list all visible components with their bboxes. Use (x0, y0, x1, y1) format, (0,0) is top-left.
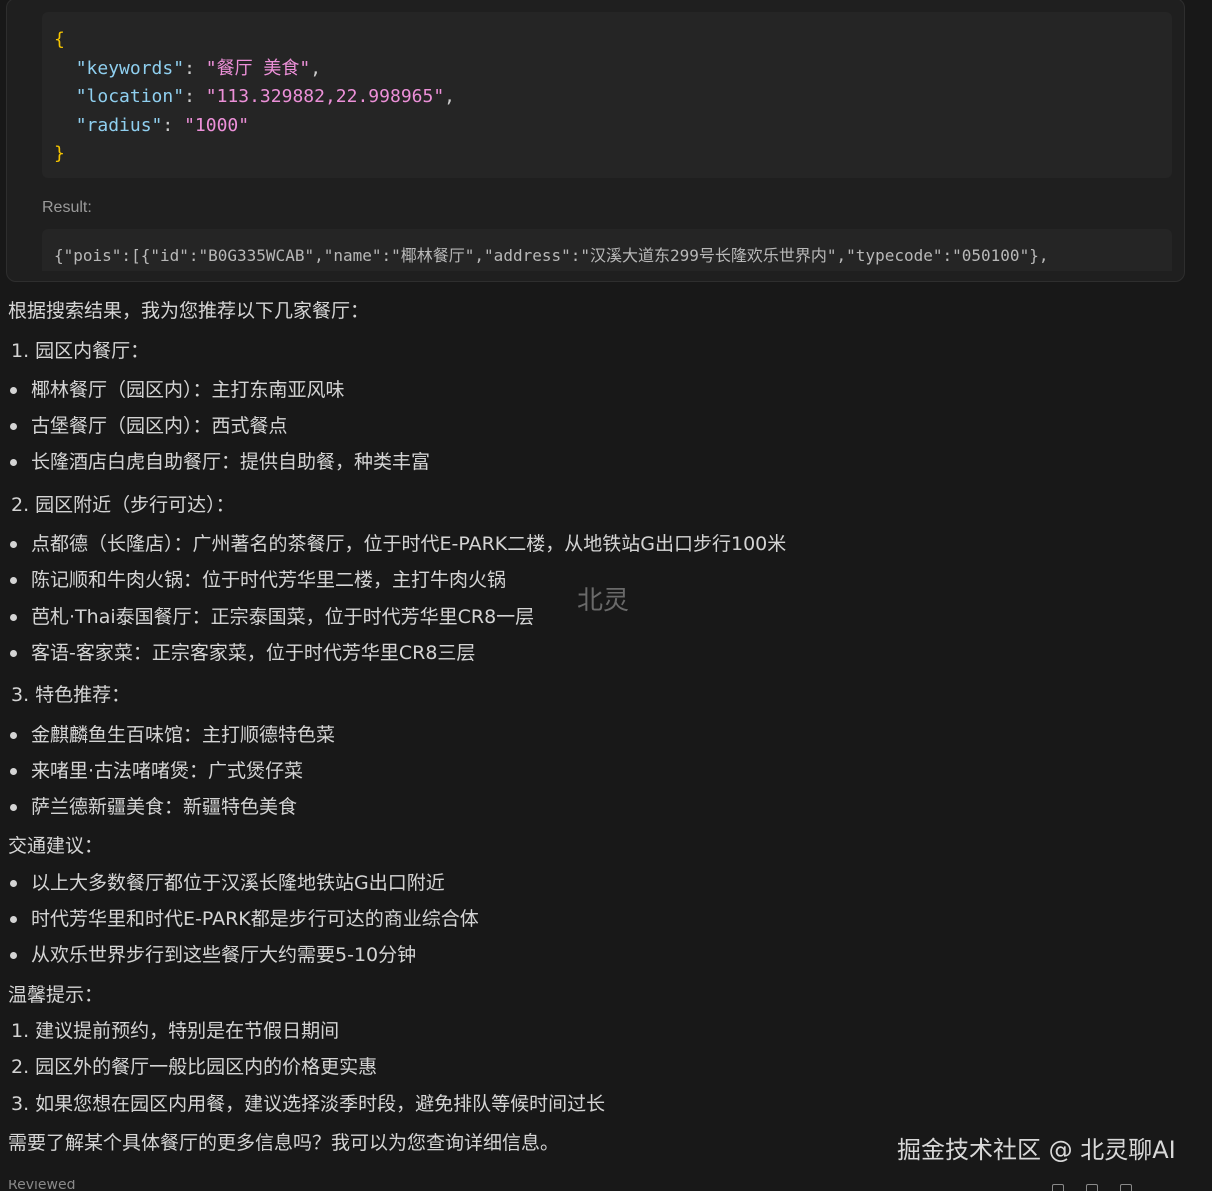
tips-title: 温馨提示： (8, 984, 104, 1006)
bullet-icon (10, 577, 17, 584)
list-item: 萨兰德新疆美食：新疆特色美食 (31, 796, 298, 818)
list-item: 长隆酒店白虎自助餐厅：提供自助餐，种类丰富 (31, 451, 431, 473)
list-item: 芭札·Thai泰国餐厅：正宗泰国菜，位于时代芳华里CR8一层 (31, 606, 535, 628)
bullet-icon (10, 459, 17, 466)
thumbs-up-icon[interactable] (1052, 1184, 1064, 1191)
closing-question: 需要了解某个具体餐厅的更多信息吗？我可以为您查询详细信息。 (8, 1132, 560, 1154)
json-key-radius: "radius" (75, 114, 163, 136)
bullet-icon (10, 614, 17, 621)
bullet-icon (10, 732, 17, 739)
bullet-icon (10, 804, 17, 811)
list-item: 金麒麟鱼生百味馆：主打顺德特色菜 (31, 724, 336, 746)
json-close-brace: } (54, 143, 65, 164)
json-value-radius: "1000" (184, 114, 250, 136)
list-item: 时代芳华里和时代E-PARK都是步行可达的商业综合体 (31, 908, 479, 930)
bullet-icon (10, 952, 17, 959)
bullet-icon (10, 768, 17, 775)
bullet-icon (10, 387, 17, 394)
result-text: {"pois":[{"id":"B0G335WCAB","name":"椰林餐厅… (54, 246, 1049, 265)
list-item: 客语-客家菜：正宗客家菜，位于时代芳华里CR8三层 (31, 642, 476, 664)
list-item: 古堡餐厅（园区内）：西式餐点 (31, 415, 288, 437)
tool-arguments-code: { "keywords": "餐厅 美食", "location": "113.… (42, 12, 1172, 178)
brand-watermark: 掘金技术社区 @ 北灵聊AI (897, 1136, 1176, 1164)
json-key-location: "location" (75, 86, 185, 107)
reviewed-label: Reviewed (8, 1180, 76, 1191)
copy-icon[interactable] (1086, 1184, 1098, 1191)
list-item: 椰林餐厅（园区内）：主打东南亚风味 (31, 379, 345, 401)
json-value-keywords: "餐厅 美食" (205, 57, 311, 79)
section-title-featured: 3. 特色推荐： (11, 684, 131, 706)
list-item: 2. 园区外的餐厅一般比园区内的价格更实惠 (11, 1056, 378, 1078)
section-title-nearby: 2. 园区附近（步行可达）： (11, 494, 235, 516)
list-item: 从欢乐世界步行到这些餐厅大约需要5-10分钟 (31, 944, 417, 966)
json-key-keywords: "keywords" (75, 57, 185, 79)
traffic-title: 交通建议： (8, 835, 104, 857)
response-intro: 根据搜索结果，我为您推荐以下几家餐厅： (8, 300, 370, 322)
list-item: 点都德（长隆店）：广州著名的茶餐厅，位于时代E-PARK二楼，从地铁站G出口步行… (31, 533, 787, 555)
list-item: 陈记顺和牛肉火锅：位于时代芳华里二楼，主打牛肉火锅 (31, 569, 507, 591)
bullet-icon (10, 541, 17, 548)
bullet-icon (10, 650, 17, 657)
json-value-location: "113.329882,22.998965" (205, 86, 445, 107)
bullet-icon (10, 423, 17, 430)
footer-toolbar: Reviewed (0, 1180, 1212, 1191)
list-item: 3. 如果您想在园区内用餐，建议选择淡季时段，避免排队等候时间过长 (11, 1093, 606, 1115)
section-title-in-park: 1. 园区内餐厅： (11, 340, 150, 362)
json-open-brace: { (54, 29, 65, 50)
list-item: 以上大多数餐厅都位于汉溪长隆地铁站G出口附近 (31, 872, 445, 894)
bullet-icon (10, 916, 17, 923)
list-item: 1. 建议提前预约，特别是在节假日期间 (11, 1020, 340, 1042)
tool-result-output[interactable]: {"pois":[{"id":"B0G335WCAB","name":"椰林餐厅… (42, 229, 1172, 271)
watermark-text: 北灵 (577, 586, 630, 616)
bullet-icon (10, 880, 17, 887)
retry-icon[interactable] (1120, 1184, 1132, 1191)
result-label: Result: (42, 199, 92, 216)
list-item: 来啫里·古法啫啫煲：广式煲仔菜 (31, 760, 304, 782)
